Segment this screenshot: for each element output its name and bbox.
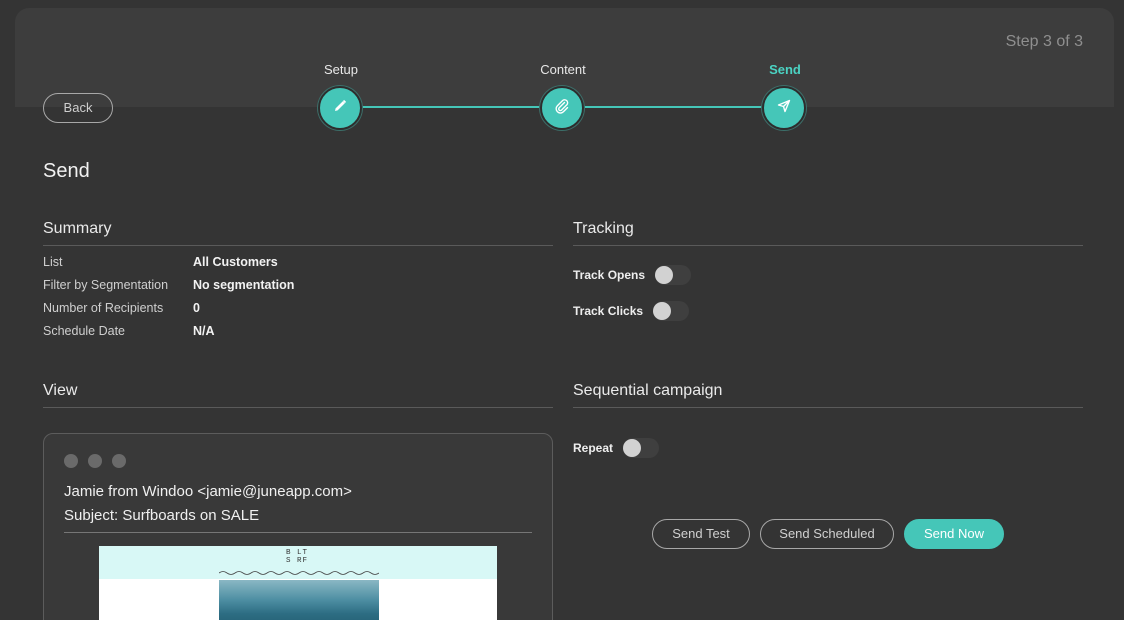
wave-divider <box>219 571 379 575</box>
summary-label-recipients: Number of Recipients <box>43 301 164 315</box>
send-test-button[interactable]: Send Test <box>652 519 750 549</box>
summary-label-schedule: Schedule Date <box>43 324 126 338</box>
window-dot <box>112 454 126 468</box>
summary-value-schedule: N/A <box>193 324 215 338</box>
window-dot <box>64 454 78 468</box>
repeat-row: Repeat <box>573 438 660 458</box>
summary-label-list: List <box>43 255 63 269</box>
email-body-preview: B LT S RF <box>99 546 497 620</box>
window-dots <box>64 454 126 468</box>
page-title: Send <box>43 160 90 182</box>
brand-logo-line1: B LT <box>285 549 308 557</box>
email-subject: Subject: Surfboards on SALE <box>64 507 260 524</box>
track-clicks-row: Track Clicks <box>573 301 690 321</box>
summary-value-list: All Customers <box>193 255 278 269</box>
track-opens-label: Track Opens <box>573 268 646 282</box>
brand-logo: B LT S RF <box>279 549 315 565</box>
surf-hero-image <box>219 580 379 620</box>
email-preview: Jamie from Windoo <jamie@juneapp.com> Su… <box>43 433 553 620</box>
pencil-icon <box>332 98 348 119</box>
summary-heading: Summary <box>43 220 553 246</box>
brand-logo-line2: S RF <box>285 557 308 565</box>
summary-value-recipients: 0 <box>193 301 200 315</box>
track-clicks-label: Track Clicks <box>573 304 644 318</box>
email-divider <box>64 532 532 533</box>
step-label-send: Send <box>769 62 801 77</box>
campaign-send-page: Step 3 of 3 Back Setup Content Send Send… <box>0 0 1124 620</box>
paperclip-icon <box>554 98 570 119</box>
step-setup[interactable] <box>318 86 362 130</box>
repeat-label: Repeat <box>573 441 614 455</box>
stepper-connector <box>362 106 542 108</box>
step-label-content: Content <box>540 62 586 77</box>
summary-label-filter: Filter by Segmentation <box>43 278 169 292</box>
window-dot <box>88 454 102 468</box>
tracking-heading: Tracking <box>573 220 1083 246</box>
track-clicks-toggle[interactable] <box>653 301 690 321</box>
track-opens-toggle[interactable] <box>655 265 692 285</box>
view-heading: View <box>43 382 553 408</box>
send-now-button[interactable]: Send Now <box>904 519 1004 549</box>
track-opens-row: Track Opens <box>573 265 692 285</box>
sequential-heading: Sequential campaign <box>573 382 1083 408</box>
toggle-knob <box>623 439 642 457</box>
step-counter: Step 3 of 3 <box>1005 33 1083 50</box>
step-label-setup: Setup <box>324 62 358 77</box>
email-from: Jamie from Windoo <jamie@juneapp.com> <box>64 483 352 500</box>
summary-value-filter: No segmentation <box>193 278 295 292</box>
repeat-toggle[interactable] <box>623 438 660 458</box>
step-content[interactable] <box>540 86 584 130</box>
toggle-knob <box>655 266 674 284</box>
send-scheduled-button[interactable]: Send Scheduled <box>760 519 894 549</box>
back-button[interactable]: Back <box>43 93 113 123</box>
send-arrow-icon <box>776 98 792 119</box>
stepper-connector <box>584 106 764 108</box>
step-send[interactable] <box>762 86 806 130</box>
toggle-knob <box>653 302 672 320</box>
